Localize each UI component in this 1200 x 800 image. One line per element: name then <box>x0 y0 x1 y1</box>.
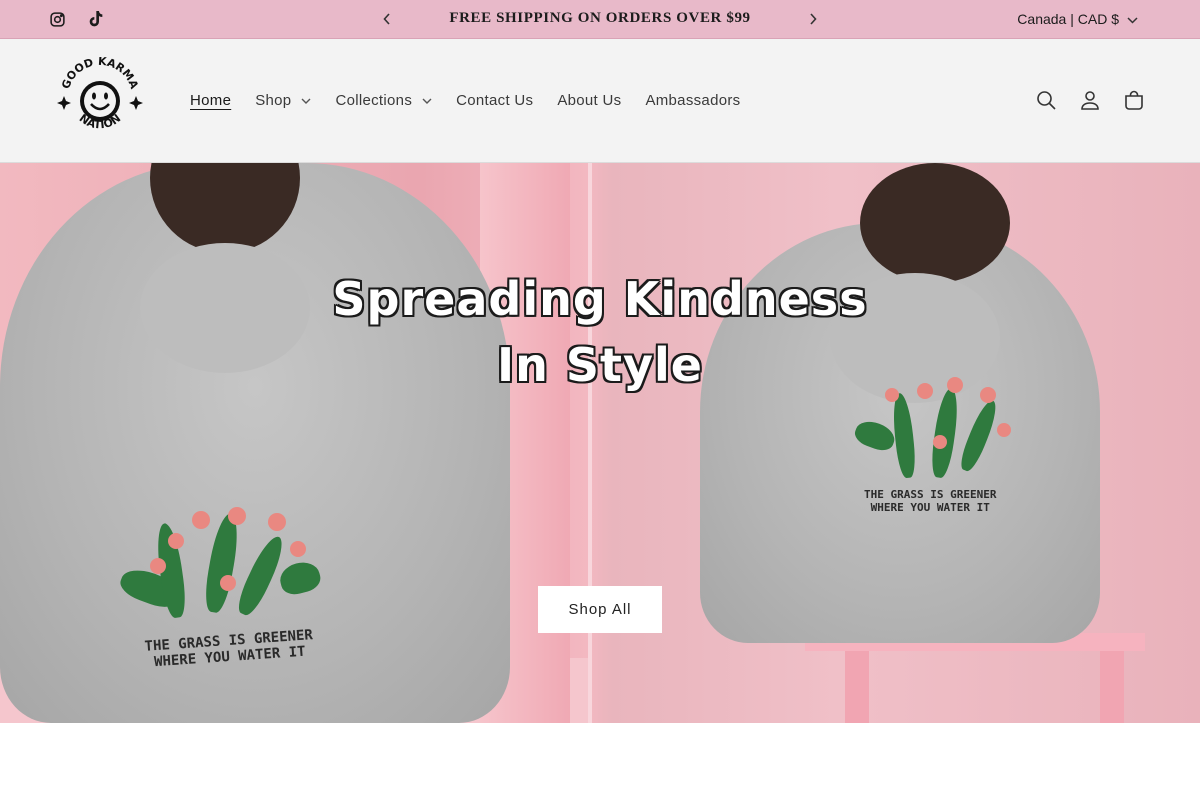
hero-table-leg <box>845 651 869 723</box>
nav-link-about-us[interactable]: About Us <box>557 92 621 109</box>
announcement-bar: FREE SHIPPING ON ORDERS OVER $99 Canada … <box>0 0 1200 39</box>
social-links <box>48 9 104 29</box>
site-logo[interactable]: GOOD KARMA NATION <box>54 55 146 145</box>
search-icon[interactable] <box>1036 89 1056 111</box>
country-currency-selector[interactable]: Canada | CAD $ <box>1017 11 1138 27</box>
nav-item-collections[interactable]: Collections <box>335 92 432 109</box>
site-header: GOOD KARMA NATION Home Shop Collections <box>0 39 1200 163</box>
announcement-next-arrow-icon[interactable] <box>805 9 821 29</box>
chevron-down-icon <box>422 98 432 104</box>
chevron-down-icon <box>301 98 311 104</box>
nav-item-ambassadors[interactable]: Ambassadors <box>645 92 740 109</box>
below-hero-section <box>0 723 1200 800</box>
hero-flower-print-left <box>116 503 324 623</box>
nav-link-shop[interactable]: Shop <box>255 92 291 109</box>
hero-headline-line2: In Style <box>497 338 703 392</box>
chevron-down-icon <box>1127 11 1138 27</box>
nav-link-ambassadors[interactable]: Ambassadors <box>645 92 740 109</box>
account-icon[interactable] <box>1080 89 1100 111</box>
nav-link-home[interactable]: Home <box>190 92 231 109</box>
nav-item-contact-us[interactable]: Contact Us <box>456 92 533 109</box>
announcement-message: FREE SHIPPING ON ORDERS OVER $99 <box>449 10 751 26</box>
country-currency-label: Canada | CAD $ <box>1017 11 1119 27</box>
cart-icon[interactable] <box>1124 89 1144 111</box>
tiktok-icon[interactable] <box>86 9 104 29</box>
hero-print-text-right: THE GRASS IS GREENER WHERE YOU WATER IT <box>864 488 996 514</box>
nav-item-shop[interactable]: Shop <box>255 92 311 109</box>
hero-print-line1: THE GRASS IS GREENER <box>864 488 997 501</box>
hero-flower-print-right <box>851 377 1025 483</box>
hero-print-line2: WHERE YOU WATER IT <box>870 501 990 514</box>
hero-image-divider <box>588 163 592 723</box>
hero-table-leg <box>1100 651 1124 723</box>
announcement-prev-arrow-icon[interactable] <box>379 9 395 29</box>
hero-headline-line1: Spreading Kindness <box>332 272 868 326</box>
header-actions <box>1036 89 1144 111</box>
nav-item-home[interactable]: Home <box>190 92 231 109</box>
nav-link-contact-us[interactable]: Contact Us <box>456 92 533 109</box>
hero-banner: THE GRASS IS GREENER WHERE YOU WATER IT … <box>0 163 1200 723</box>
hero-hair-right <box>860 163 1010 283</box>
shop-all-button[interactable]: Shop All <box>538 586 662 633</box>
nav-link-collections[interactable]: Collections <box>335 92 412 109</box>
nav-item-about-us[interactable]: About Us <box>557 92 621 109</box>
main-navigation: Home Shop Collections Contact Us About U… <box>190 92 764 109</box>
hero-headline: Spreading Kindness In Style <box>0 266 1200 398</box>
instagram-icon[interactable] <box>48 9 66 29</box>
